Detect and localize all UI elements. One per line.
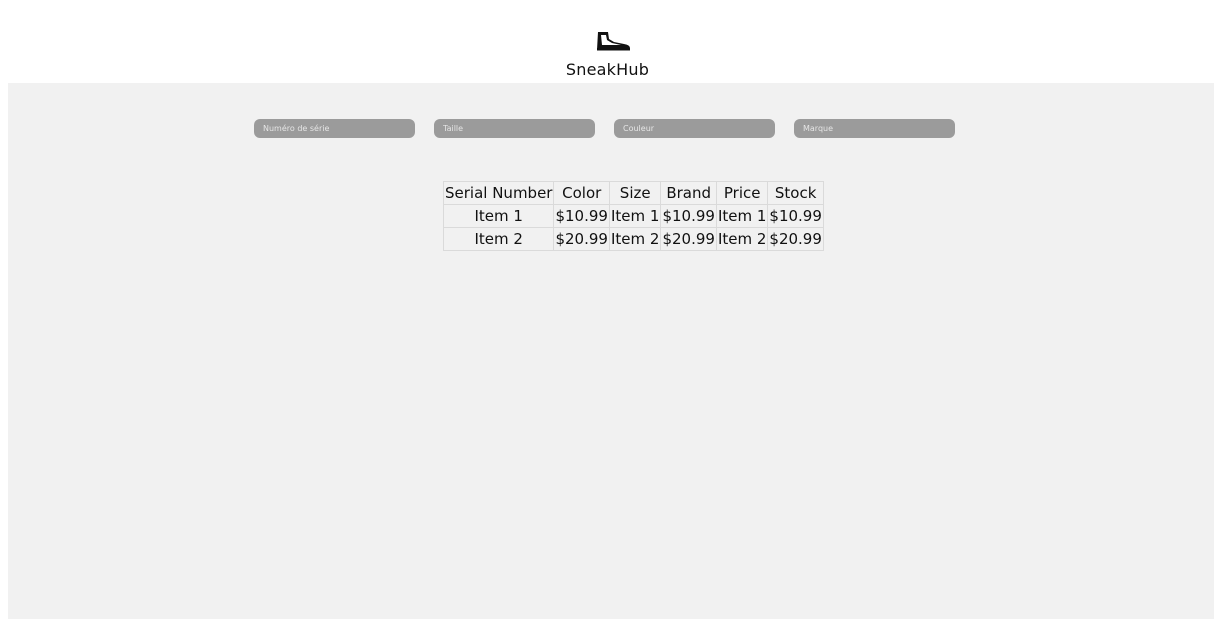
table-header-row: Serial Number Color Size Brand Price Sto… — [442, 181, 824, 205]
brand-filter-input[interactable] — [794, 119, 955, 138]
table-cell: $20.99 — [767, 227, 824, 251]
column-header: Size — [608, 181, 662, 205]
table-cell: $20.99 — [660, 227, 717, 251]
serial-number-filter-input[interactable] — [254, 119, 415, 138]
color-filter-input[interactable] — [614, 119, 775, 138]
main-panel: Serial Number Color Size Brand Price Sto… — [8, 83, 1214, 619]
stock-table-container: Serial Number Color Size Brand Price Sto… — [442, 181, 824, 251]
table-cell: $20.99 — [553, 227, 610, 251]
column-header: Serial Number — [442, 181, 555, 205]
column-header: Price — [715, 181, 769, 205]
table-row: Item 1 $10.99 Item 1 $10.99 Item 1 $10.9… — [442, 204, 824, 228]
table-cell: $10.99 — [767, 204, 824, 228]
column-header: Stock — [767, 181, 824, 205]
table-row: Item 2 $20.99 Item 2 $20.99 Item 2 $20.9… — [442, 227, 824, 251]
table-cell: $10.99 — [660, 204, 717, 228]
table-cell: Item 1 — [442, 204, 555, 228]
stock-table: Serial Number Color Size Brand Price Sto… — [442, 181, 824, 251]
header: SneakHub — [0, 0, 1215, 83]
size-filter-input[interactable] — [434, 119, 595, 138]
sneaker-icon — [597, 32, 630, 51]
table-cell: Item 1 — [715, 204, 769, 228]
table-cell: $10.99 — [553, 204, 610, 228]
table-cell: Item 2 — [442, 227, 555, 251]
table-cell: Item 2 — [608, 227, 662, 251]
table-cell: Item 1 — [608, 204, 662, 228]
column-header: Color — [553, 181, 610, 205]
column-header: Brand — [660, 181, 717, 205]
brand-title: SneakHub — [565, 60, 650, 79]
table-cell: Item 2 — [715, 227, 769, 251]
